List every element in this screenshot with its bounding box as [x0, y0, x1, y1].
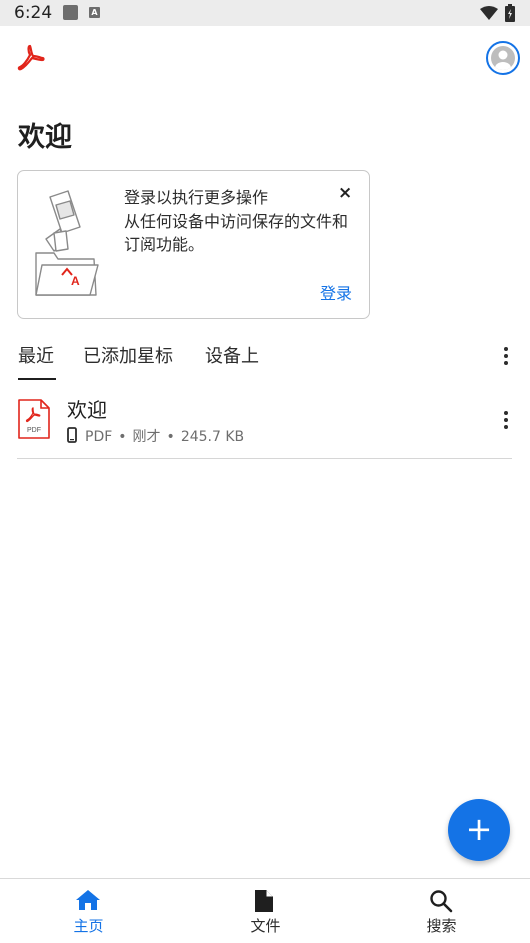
nav-search-label: 搜索: [426, 917, 457, 935]
signin-message-line3: 订阅功能。: [124, 235, 205, 254]
meta-separator: •: [118, 429, 127, 445]
nav-files[interactable]: 文件: [177, 879, 354, 943]
page-title: 欢迎: [18, 122, 72, 153]
search-icon: [430, 890, 453, 913]
pdf-file-icon: PDF: [18, 399, 50, 439]
more-options-icon[interactable]: [498, 346, 514, 366]
signin-card-message: 登录以执行更多操作 从任何设备中访问保存的文件和 订阅功能。: [124, 186, 369, 257]
svg-text:A: A: [71, 274, 80, 288]
signin-button[interactable]: 登录: [320, 280, 352, 304]
documents-folder-illustration-icon: A: [35, 190, 99, 296]
meta-separator: •: [166, 429, 175, 445]
phone-icon: [67, 427, 77, 443]
nav-search[interactable]: 搜索: [353, 879, 530, 943]
file-icon: [255, 890, 273, 912]
status-bar: 6:24 A: [0, 0, 530, 26]
tab-recent[interactable]: 最近: [18, 342, 54, 368]
add-fab-button[interactable]: +: [448, 799, 510, 861]
file-time: 刚才: [132, 429, 161, 445]
active-tab-indicator: [18, 378, 56, 380]
svg-text:PDF: PDF: [27, 427, 41, 434]
profile-avatar-button[interactable]: [486, 41, 520, 75]
status-time: 6:24: [14, 3, 53, 23]
signin-message-line2: 从任何设备中访问保存的文件和: [124, 211, 349, 231]
plus-icon: +: [465, 810, 493, 848]
wifi-icon: [480, 6, 498, 20]
nav-home-label: 主页: [73, 917, 104, 935]
avatar-icon: [491, 46, 515, 70]
notification-a-icon: A: [89, 7, 100, 18]
battery-icon: [505, 4, 515, 22]
file-more-options-icon[interactable]: [498, 410, 514, 430]
file-meta: PDF • 刚才 • 245.7 KB: [67, 426, 244, 446]
signin-message-line1: 登录以执行更多操作: [124, 188, 269, 207]
notification-icon: [63, 5, 78, 20]
close-icon[interactable]: ×: [338, 183, 352, 203]
nav-files-label: 文件: [250, 917, 281, 935]
file-list-item[interactable]: PDF 欢迎 PDF • 刚才 • 245.7 KB: [17, 390, 512, 459]
file-tabs: 最近 已添加星标 设备上: [18, 342, 518, 382]
tab-on-device[interactable]: 设备上: [205, 342, 259, 368]
bottom-navigation: 主页 文件 搜索: [0, 878, 530, 943]
home-icon: [76, 890, 100, 910]
file-name: 欢迎: [67, 398, 107, 422]
file-type: PDF: [85, 429, 113, 445]
file-size: 245.7 KB: [180, 429, 245, 445]
acrobat-logo-icon: [17, 44, 45, 71]
nav-home[interactable]: 主页: [0, 879, 177, 943]
signin-card: A 登录以执行更多操作 从任何设备中访问保存的文件和 订阅功能。 × 登录: [17, 170, 370, 319]
tab-starred[interactable]: 已添加星标: [83, 342, 173, 368]
